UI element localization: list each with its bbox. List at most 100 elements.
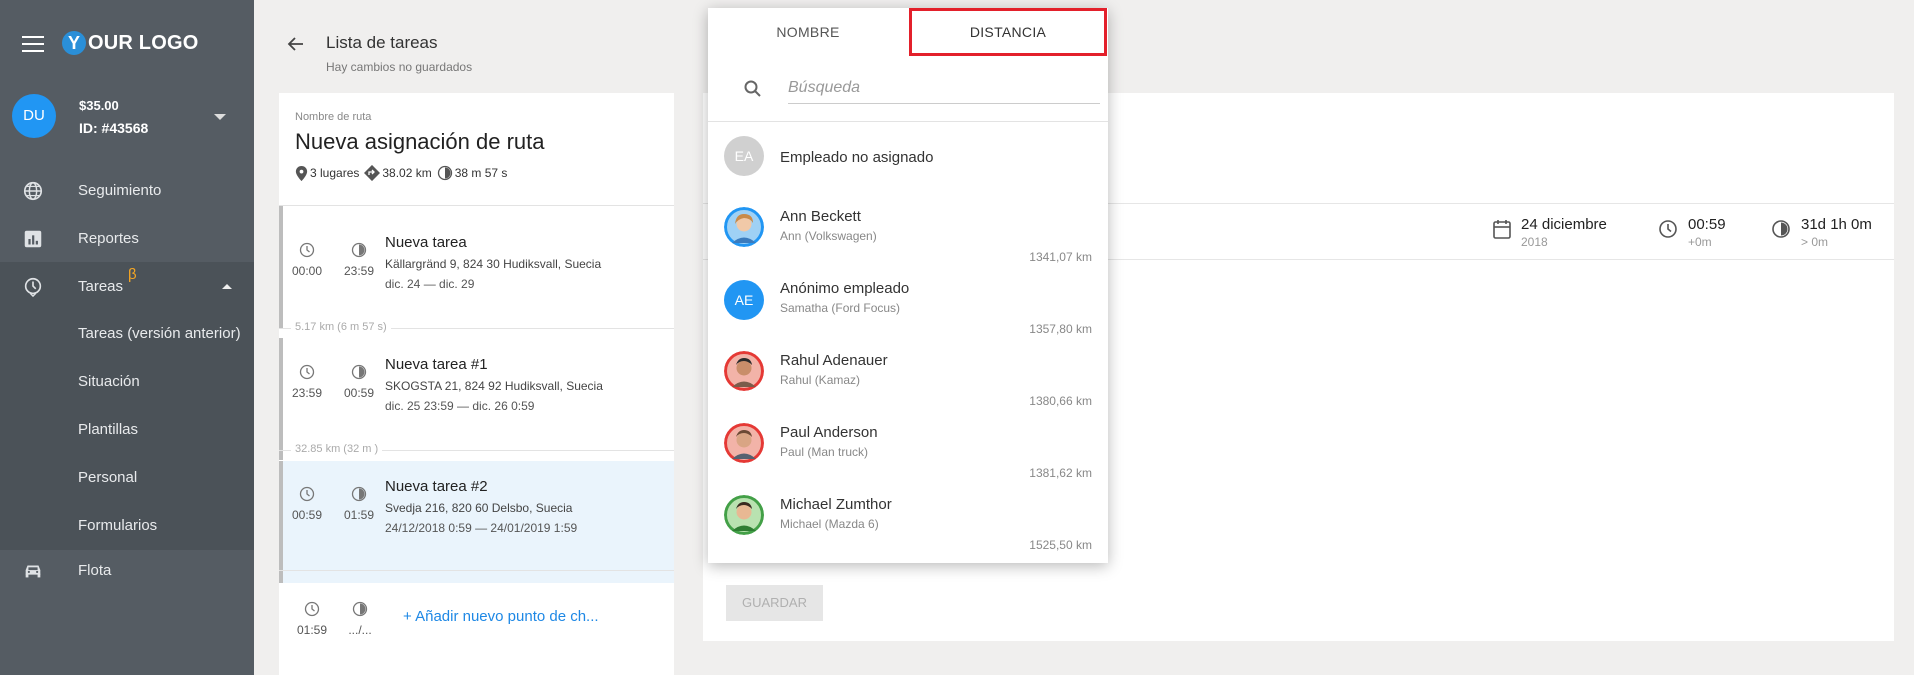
caret-down-icon[interactable] xyxy=(214,114,226,120)
list-item-unassigned[interactable]: EA Empleado no asignado xyxy=(708,126,1108,198)
sidebar-item-seguimiento[interactable]: Seguimiento xyxy=(0,166,254,214)
caret-up-icon[interactable] xyxy=(222,284,232,289)
clock-icon xyxy=(304,601,320,617)
unsaved-changes-notice: Hay cambios no guardados xyxy=(326,60,473,74)
calendar-icon xyxy=(1493,220,1511,239)
avatar: DU xyxy=(12,94,56,138)
sidebar-header: Y OUR LOGO xyxy=(0,0,254,90)
task-address: Svedja 216, 820 60 Delsbo, Suecia xyxy=(385,501,573,515)
list-item-employee[interactable]: Ann Beckett Ann (Volkswagen) 1341,07 km xyxy=(708,198,1108,270)
duration-min: > 0m xyxy=(1801,235,1829,249)
sidebar-item-label: Personal xyxy=(78,469,138,486)
task-list-panel: Nombre de ruta Nueva asignación de ruta … xyxy=(279,93,674,675)
list-item-employee[interactable]: Paul Anderson Paul (Man truck) 1381,62 k… xyxy=(708,414,1108,486)
list-item-employee[interactable]: Rahul Adenauer Rahul (Kamaz) 1380,66 km xyxy=(708,342,1108,414)
route-places: 3 lugares xyxy=(295,165,360,181)
sidebar-item-label: Tareas (versión anterior) xyxy=(78,325,241,342)
sidebar-item-label: Seguimiento xyxy=(78,181,162,199)
timer-icon xyxy=(351,242,367,258)
task-date[interactable]: 24 diciembre 2018 xyxy=(1493,216,1607,249)
task-start: 00:00 xyxy=(287,242,327,278)
duration-value: 38 m 57 s xyxy=(454,166,508,180)
task-item-selected[interactable]: 00:59 01:59 Nueva tarea #2 Svedja 216, 8… xyxy=(279,461,674,583)
sidebar-subitem-formularios[interactable]: Formularios xyxy=(0,502,254,550)
avatar xyxy=(724,351,764,391)
tab-distancia[interactable]: DISTANCIA xyxy=(909,8,1107,56)
task-end-time: 01:59 xyxy=(343,508,375,522)
save-button[interactable]: GUARDAR xyxy=(726,585,823,621)
avatar: EA xyxy=(724,136,764,176)
tab-nombre[interactable]: NOMBRE xyxy=(708,8,908,56)
timer-icon xyxy=(352,601,368,617)
sidebar-subitem-situacion[interactable]: Situación xyxy=(0,358,254,406)
sidebar-item-flota[interactable]: Flota xyxy=(0,546,254,594)
sidebar-item-label: Formularios xyxy=(78,517,158,534)
search-icon xyxy=(744,80,761,97)
clock-icon xyxy=(299,486,315,502)
beta-badge: β xyxy=(128,266,137,283)
task-dates: 24/12/2018 0:59 — 24/01/2019 1:59 xyxy=(385,521,578,535)
employee-vehicle: Rahul (Kamaz) xyxy=(780,373,861,387)
segment-distance: 5.17 km (6 m 57 s) xyxy=(291,321,391,333)
task-address: SKOGSTA 21, 824 92 Hudiksvall, Suecia xyxy=(385,379,603,393)
employee-distance: 1380,66 km xyxy=(1029,394,1092,408)
avatar xyxy=(724,495,764,535)
task-duration[interactable]: 31d 1h 0m > 0m xyxy=(1771,216,1872,249)
add-checkpoint-link[interactable]: + Añadir nuevo punto de ch... xyxy=(403,608,599,625)
employee-distance: 1381,62 km xyxy=(1029,466,1092,480)
task-end: 23:59 xyxy=(339,242,379,278)
globe-icon xyxy=(23,181,43,201)
sidebar-item-reportes[interactable]: Reportes xyxy=(0,214,254,262)
hamburger-menu-icon[interactable] xyxy=(22,36,44,52)
task-end: 00:59 xyxy=(339,364,379,400)
avatar: AE xyxy=(724,280,764,320)
user-account[interactable]: DU $35.00 ID: #43568 xyxy=(0,94,254,158)
sidebar-item-label: Reportes xyxy=(78,229,139,247)
employee-picker-dropdown: NOMBRE DISTANCIA EA Empleado no asignado… xyxy=(708,8,1108,563)
task-dates: dic. 25 23:59 — dic. 26 0:59 xyxy=(385,399,535,413)
user-id: ID: #43568 xyxy=(79,120,149,136)
task-time[interactable]: 00:59 +0m xyxy=(1658,216,1726,249)
chart-icon xyxy=(24,230,42,248)
year-value: 2018 xyxy=(1521,235,1548,249)
employee-name: Paul Anderson xyxy=(780,424,878,441)
sidebar-subitem-tareas-anterior[interactable]: Tareas (versión anterior) xyxy=(0,310,254,358)
divider xyxy=(708,121,1108,122)
task-item[interactable]: 00:00 23:59 Nueva tarea Källargränd 9, 8… xyxy=(279,206,674,328)
task-item[interactable]: 23:59 00:59 Nueva tarea #1 SKOGSTA 21, 8… xyxy=(279,338,674,460)
clock-icon xyxy=(299,242,315,258)
employee-name: Rahul Adenauer xyxy=(780,352,888,369)
route-name-label: Nombre de ruta xyxy=(295,111,372,123)
map-pin-icon xyxy=(295,165,308,181)
sidebar-subitem-plantillas[interactable]: Plantillas xyxy=(0,406,254,454)
task-start-time: 23:59 xyxy=(291,386,323,400)
avatar xyxy=(724,423,764,463)
sidebar-item-label: Tareas xyxy=(78,278,124,295)
list-item-employee[interactable]: AE Anónimo empleado Samatha (Ford Focus)… xyxy=(708,270,1108,342)
distance-value: 38.02 km xyxy=(382,166,432,180)
time-value: 00:59 xyxy=(1688,216,1726,233)
timer-icon xyxy=(351,486,367,502)
page-title: Lista de tareas xyxy=(326,33,438,52)
task-start: 23:59 xyxy=(287,364,327,400)
task-end-time: 00:59 xyxy=(343,386,375,400)
route-distance: 38.02 km xyxy=(364,165,432,181)
route-name: Nueva asignación de ruta xyxy=(295,129,545,154)
employee-name: Ann Beckett xyxy=(780,208,861,225)
avatar xyxy=(724,207,764,247)
search-input[interactable] xyxy=(788,72,1100,104)
task-end-time: 23:59 xyxy=(343,264,375,278)
places-count: 3 lugares xyxy=(310,166,360,180)
task-title: Nueva tarea #1 xyxy=(385,356,488,373)
time-offset: +0m xyxy=(1688,235,1712,249)
sidebar-subitem-personal[interactable]: Personal xyxy=(0,454,254,502)
employee-vehicle: Michael (Mazda 6) xyxy=(780,517,879,531)
sidebar-item-label: Flota xyxy=(78,561,112,579)
sidebar-item-tareas[interactable]: Tareas β xyxy=(0,262,254,310)
date-value: 24 diciembre xyxy=(1521,216,1607,233)
divider xyxy=(279,570,674,571)
search-box xyxy=(743,72,1100,108)
back-arrow-icon[interactable] xyxy=(286,34,306,54)
sidebar: Y OUR LOGO DU $35.00 ID: #43568 Seguimie… xyxy=(0,0,254,675)
list-item-employee[interactable]: Michael Zumthor Michael (Mazda 6) 1525,5… xyxy=(708,486,1108,558)
